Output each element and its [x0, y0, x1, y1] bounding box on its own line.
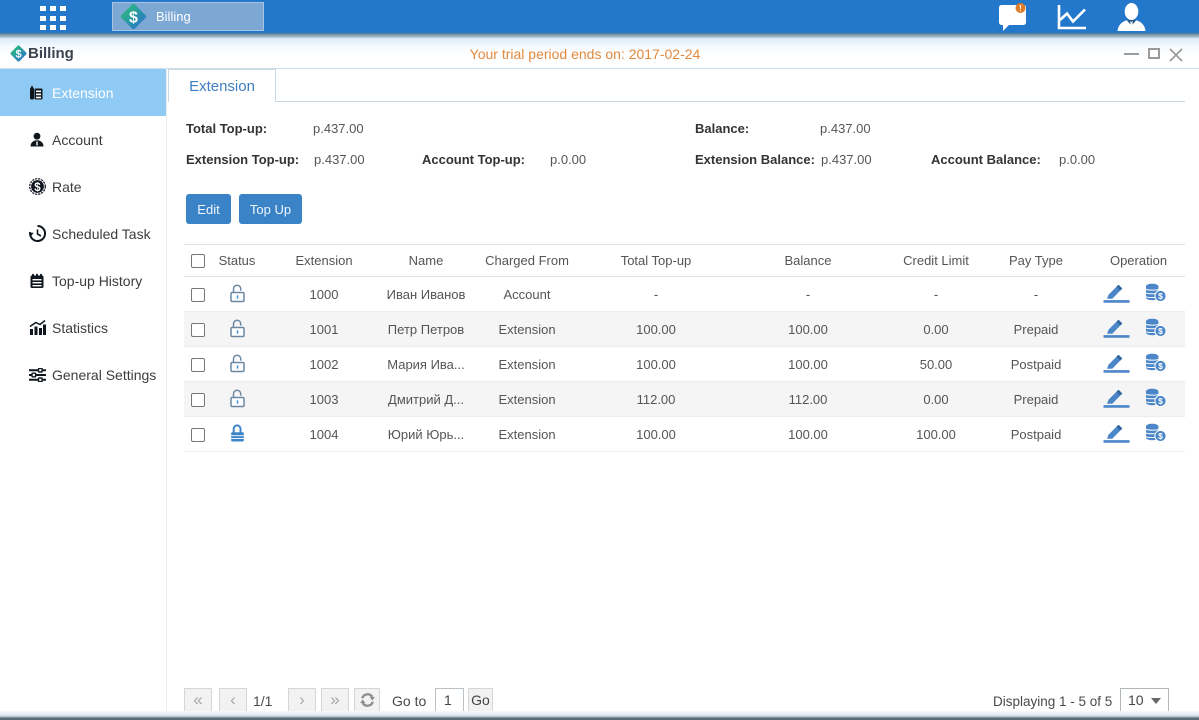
svg-text:$: $ — [1158, 361, 1163, 371]
svg-text:$: $ — [1158, 291, 1163, 301]
svg-text:$: $ — [129, 10, 138, 27]
svg-text:$: $ — [34, 182, 41, 194]
svg-text:!: ! — [1019, 4, 1022, 13]
svg-text:$: $ — [1158, 431, 1163, 441]
svg-text:$: $ — [1158, 326, 1163, 336]
svg-text:$: $ — [1158, 396, 1163, 406]
